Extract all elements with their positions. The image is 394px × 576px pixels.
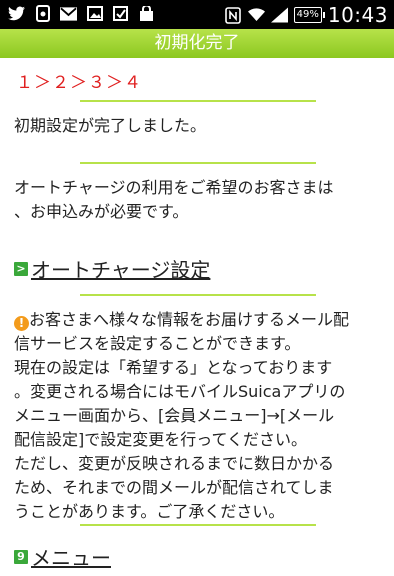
notice-line: 現在の設定は「希望する」となっております: [14, 358, 333, 377]
warning-icon: !: [14, 316, 29, 331]
divider: [80, 162, 316, 164]
notice-line: メニュー画面から、[会員メニュー]→[メール: [14, 406, 335, 425]
mail-service-notice: ! お客さまへ様々な情報をお届けするメール配 信サービスを設定することができます。…: [14, 308, 349, 524]
page-title: 初期化完了: [0, 29, 394, 58]
arrow-badge-icon: >: [14, 261, 28, 276]
autocharge-settings-link[interactable]: > オートチャージ設定: [14, 254, 210, 283]
notice-line: 。変更される場合にはモバイルSuicaアプリの: [14, 382, 346, 401]
signal-icon: [270, 7, 288, 24]
clock: 10:43: [327, 3, 388, 27]
shopping-bag-icon: [138, 5, 155, 22]
key-9-badge-icon: 9: [14, 549, 28, 564]
notice-line: ! お客さまへ様々な情報をお届けするメール配: [14, 308, 349, 332]
nfc-icon: [225, 6, 242, 24]
notice-line: 配信設定]で設定変更を行ってください。: [14, 430, 307, 449]
notification-icons: [8, 5, 155, 22]
system-indicators: 49% 10:43: [225, 3, 388, 27]
wifi-icon: [247, 7, 265, 24]
menu-link[interactable]: 9 メニュー: [14, 542, 111, 571]
step-indicator: １＞２＞３＞４: [16, 73, 142, 93]
divider: [80, 100, 316, 102]
battery-indicator: 49%: [293, 7, 326, 23]
notice-line: 信サービスを設定することができます。: [14, 334, 301, 353]
autocharge-notice-line1: オートチャージの利用をご希望のお客さまは: [14, 178, 334, 197]
status-bar: 49% 10:43: [0, 0, 394, 29]
notice-line: ただし、変更が反映されるまでに数日かかる: [14, 454, 335, 473]
notice-line: ため、それまでの間メールが配信されてしま: [14, 478, 334, 497]
menu-label: メニュー: [31, 546, 111, 570]
completion-message: 初期設定が完了しました。: [14, 116, 207, 135]
divider: [80, 524, 316, 526]
image-icon: [86, 5, 103, 22]
divider: [80, 294, 316, 296]
checkbox-icon: [112, 5, 129, 22]
mail-icon: [60, 5, 77, 22]
autocharge-settings-label: オートチャージ設定: [31, 258, 211, 282]
autocharge-notice-line2: 、お申込みが必要です。: [14, 202, 189, 221]
twitter-icon: [8, 5, 25, 22]
evernote-icon: [34, 5, 51, 22]
notice-line: うことがあります。ご了承ください。: [14, 502, 285, 521]
autocharge-notice: オートチャージの利用をご希望のお客さまは 、お申込みが必要です。: [14, 176, 334, 224]
